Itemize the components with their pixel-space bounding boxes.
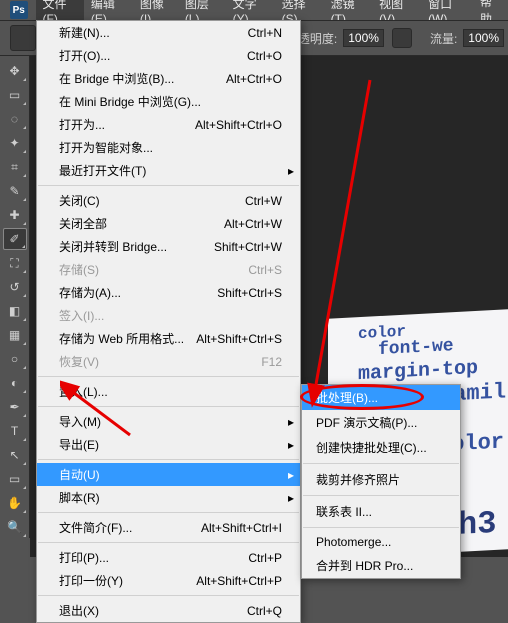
path-tool-icon[interactable]: ↖ — [3, 444, 27, 466]
move-tool-icon[interactable]: ✥ — [3, 60, 27, 82]
menu-item-browse-bridge[interactable]: 在 Bridge 中浏览(B)...Alt+Ctrl+O — [37, 67, 300, 90]
menu-separator — [303, 495, 459, 496]
menu-separator — [303, 463, 459, 464]
menu-item-print-one[interactable]: 打印一份(Y)Alt+Shift+Ctrl+P — [37, 569, 300, 592]
menu-item-open-smart[interactable]: 打开为智能对象... — [37, 136, 300, 159]
menu-separator — [303, 527, 459, 528]
menu-item-open[interactable]: 打开(O)...Ctrl+O — [37, 44, 300, 67]
shape-tool-icon[interactable]: ▭ — [3, 468, 27, 490]
eraser-tool-icon[interactable]: ◧ — [3, 300, 27, 322]
tools-panel: ✥ ▭ ◌ ✦ ⌗ ✎ ✚ ✐ ⛶ ↺ ◧ ▦ ○ ◐ ✒ T ↖ ▭ ✋ 🔍 — [0, 56, 30, 538]
menu-item-scripts[interactable]: 脚本(R)▸ — [37, 486, 300, 509]
menubar: Ps 文件(F) 编辑(E) 图像(I) 图层(L) 文字(Y) 选择(S) 滤… — [0, 0, 508, 20]
menu-separator — [38, 512, 299, 513]
submenu-item-photomerge[interactable]: Photomerge... — [302, 531, 460, 553]
chevron-right-icon: ▸ — [288, 468, 294, 482]
eyedropper-tool-icon[interactable]: ✎ — [3, 180, 27, 202]
menu-item-close-goto[interactable]: 关闭并转到 Bridge...Shift+Ctrl+W — [37, 235, 300, 258]
file-menu-dropdown: 新建(N)...Ctrl+N 打开(O)...Ctrl+O 在 Bridge 中… — [36, 20, 301, 623]
preview-text: font-we — [378, 336, 454, 360]
submenu-item-crop[interactable]: 裁剪并修齐照片 — [302, 467, 460, 492]
zoom-tool-icon[interactable]: 🔍 — [3, 516, 27, 538]
flow-label: 流量: — [430, 30, 457, 47]
menu-separator — [38, 376, 299, 377]
stamp-tool-icon[interactable]: ⛶ — [3, 252, 27, 274]
menu-separator — [38, 185, 299, 186]
menu-item-place[interactable]: 置入(L)... — [37, 380, 300, 403]
menu-item-revert: 恢复(V)F12 — [37, 350, 300, 373]
menu-separator — [38, 595, 299, 596]
marquee-tool-icon[interactable]: ▭ — [3, 84, 27, 106]
dodge-tool-icon[interactable]: ◐ — [3, 372, 27, 394]
chevron-right-icon: ▸ — [288, 438, 294, 452]
menu-item-save: 存储(S)Ctrl+S — [37, 258, 300, 281]
menu-item-automate[interactable]: 自动(U)▸ — [37, 463, 300, 486]
menu-item-close[interactable]: 关闭(C)Ctrl+W — [37, 189, 300, 212]
type-tool-icon[interactable]: T — [3, 420, 27, 442]
menu-item-file-info[interactable]: 文件简介(F)...Alt+Shift+Ctrl+I — [37, 516, 300, 539]
opacity-value[interactable]: 100% — [343, 29, 384, 47]
heal-tool-icon[interactable]: ✚ — [3, 204, 27, 226]
submenu-item-batch[interactable]: 批处理(B)... — [302, 385, 460, 410]
automate-submenu: 批处理(B)... PDF 演示文稿(P)... 创建快捷批处理(C)... 裁… — [301, 384, 461, 579]
chevron-right-icon: ▸ — [288, 491, 294, 505]
submenu-item-pdf[interactable]: PDF 演示文稿(P)... — [302, 410, 460, 435]
chevron-right-icon: ▸ — [288, 164, 294, 178]
pen-tool-icon[interactable]: ✒ — [3, 396, 27, 418]
flow-value[interactable]: 100% — [463, 29, 504, 47]
wand-tool-icon[interactable]: ✦ — [3, 132, 27, 154]
menu-separator — [38, 542, 299, 543]
pressure-opacity-icon[interactable] — [392, 28, 412, 48]
menu-item-new[interactable]: 新建(N)...Ctrl+N — [37, 21, 300, 44]
gradient-tool-icon[interactable]: ▦ — [3, 324, 27, 346]
menu-item-print[interactable]: 打印(P)...Ctrl+P — [37, 546, 300, 569]
history-brush-icon[interactable]: ↺ — [3, 276, 27, 298]
brush-preset-icon[interactable] — [10, 25, 36, 51]
menu-separator — [38, 406, 299, 407]
menu-item-import[interactable]: 导入(M)▸ — [37, 410, 300, 433]
menu-item-save-web[interactable]: 存储为 Web 所用格式...Alt+Shift+Ctrl+S — [37, 327, 300, 350]
crop-tool-icon[interactable]: ⌗ — [3, 156, 27, 178]
chevron-right-icon: ▸ — [288, 415, 294, 429]
hand-tool-icon[interactable]: ✋ — [3, 492, 27, 514]
app-logo: Ps — [10, 1, 28, 19]
blur-tool-icon[interactable]: ○ — [3, 348, 27, 370]
preview-text: h3 — [458, 505, 496, 544]
submenu-item-droplet[interactable]: 创建快捷批处理(C)... — [302, 435, 460, 460]
menu-item-open-as[interactable]: 打开为...Alt+Shift+Ctrl+O — [37, 113, 300, 136]
lasso-tool-icon[interactable]: ◌ — [3, 108, 27, 130]
menu-item-exit[interactable]: 退出(X)Ctrl+Q — [37, 599, 300, 622]
submenu-item-contact[interactable]: 联系表 II... — [302, 499, 460, 524]
menu-separator — [38, 459, 299, 460]
menu-item-browse-mini[interactable]: 在 Mini Bridge 中浏览(G)... — [37, 90, 300, 113]
menu-item-export[interactable]: 导出(E)▸ — [37, 433, 300, 456]
menu-item-checkin: 签入(I)... — [37, 304, 300, 327]
menu-item-save-as[interactable]: 存储为(A)...Shift+Ctrl+S — [37, 281, 300, 304]
menu-item-recent[interactable]: 最近打开文件(T)▸ — [37, 159, 300, 182]
brush-tool-icon[interactable]: ✐ — [3, 228, 27, 250]
menu-item-close-all[interactable]: 关闭全部Alt+Ctrl+W — [37, 212, 300, 235]
